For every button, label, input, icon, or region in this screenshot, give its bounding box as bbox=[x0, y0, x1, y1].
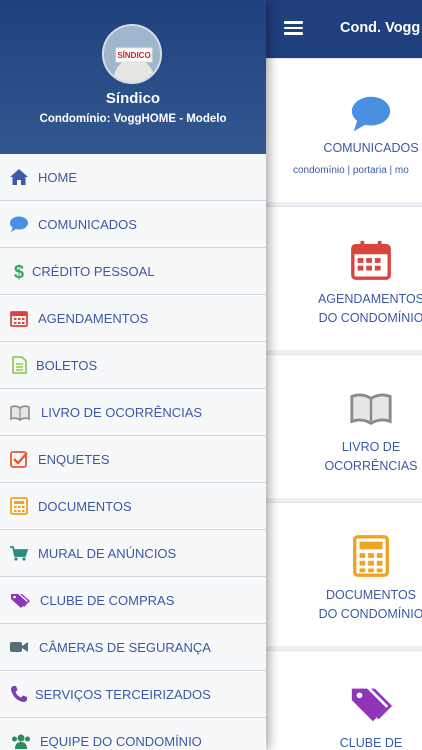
card-comunicados[interactable]: COMUNICADOS condomínio | portaria | mo bbox=[266, 58, 422, 202]
menu-item-enquetes[interactable]: ENQUETES bbox=[0, 436, 266, 483]
tags-icon bbox=[11, 594, 30, 608]
card-title: COMUNICADOS bbox=[323, 141, 419, 155]
users-icon bbox=[12, 734, 30, 749]
card-title-line2: DO CONDOMÍNIO bbox=[318, 607, 422, 621]
menu-item-label: CRÉDITO PESSOAL bbox=[32, 264, 155, 279]
menu-item-comunicados[interactable]: COMUNICADOS bbox=[0, 201, 266, 248]
menu-item-label: DOCUMENTOS bbox=[38, 499, 132, 514]
card-agendamentos[interactable]: AGENDAMENTOS DO CONDOMÍNIO bbox=[266, 206, 422, 350]
calendar-icon bbox=[351, 240, 391, 280]
book-icon bbox=[350, 393, 392, 426]
document-icon bbox=[12, 356, 27, 374]
menu-item-label: MURAL DE ANÚNCIOS bbox=[38, 546, 177, 561]
card-clube-compras[interactable]: CLUBE DE bbox=[266, 650, 422, 750]
card-title: CLUBE DE bbox=[339, 736, 403, 750]
main-content: Cond. Vogg COMUNICADOS condomínio | port… bbox=[266, 0, 422, 750]
menu-item-mural-anuncios[interactable]: MURAL DE ANÚNCIOS bbox=[0, 530, 266, 577]
avatar-shirt-text: SÍNDICO bbox=[117, 51, 150, 60]
menu-item-label: EQUIPE DO CONDOMÍNIO bbox=[40, 734, 202, 749]
menu-item-clube-compras[interactable]: CLUBE DE COMPRAS bbox=[0, 577, 266, 624]
menu-item-label: AGENDAMENTOS bbox=[38, 311, 149, 326]
calendar-icon bbox=[10, 311, 28, 327]
card-title: DOCUMENTOS bbox=[325, 588, 417, 602]
menu-item-label: HOME bbox=[38, 170, 77, 185]
svg-text:$: $ bbox=[14, 262, 24, 280]
menu-item-equipe-condominio[interactable]: EQUIPE DO CONDOMÍNIO bbox=[0, 718, 266, 750]
menu-item-cameras-seguranca[interactable]: CÂMERAS DE SEGURANÇA bbox=[0, 624, 266, 671]
chat-bubble-icon bbox=[351, 96, 391, 132]
avatar-photo: SÍNDICO bbox=[104, 26, 160, 82]
dollar-icon: $ bbox=[14, 262, 24, 280]
book-icon bbox=[10, 405, 30, 421]
home-icon bbox=[10, 169, 28, 185]
menu-item-label: SERVIÇOS TERCEIRIZADOS bbox=[35, 687, 211, 702]
menu-item-label: LIVRO DE OCORRÊNCIAS bbox=[41, 405, 203, 420]
app-title: Cond. Vogg bbox=[340, 20, 421, 36]
navigation-drawer: SÍNDICO Síndico Condomínio: VoggHOME - M… bbox=[0, 0, 266, 750]
top-app-bar: Cond. Vogg bbox=[266, 0, 422, 58]
drawer-menu: HOME COMUNICADOS $ CRÉDITO PESSOAL AGEND… bbox=[0, 154, 266, 750]
menu-item-home[interactable]: HOME bbox=[0, 154, 266, 201]
condominium-name: Condomínio: VoggHOME - Modelo bbox=[39, 113, 227, 125]
card-title-line2: OCORRÊNCIAS bbox=[324, 459, 418, 473]
card-title: AGENDAMENTOS bbox=[317, 292, 422, 306]
menu-item-servicos-terceirizados[interactable]: SERVIÇOS TERCEIRIZADOS bbox=[0, 671, 266, 718]
avatar[interactable]: SÍNDICO bbox=[102, 24, 162, 84]
hamburger-menu-icon[interactable] bbox=[284, 18, 304, 40]
menu-item-agendamentos[interactable]: AGENDAMENTOS bbox=[0, 295, 266, 342]
chat-bubble-icon bbox=[10, 216, 28, 232]
card-title: LIVRO DE bbox=[341, 440, 401, 454]
menu-item-livro-ocorrencias[interactable]: LIVRO DE OCORRÊNCIAS bbox=[0, 389, 266, 436]
cart-icon bbox=[10, 546, 29, 561]
card-documentos[interactable]: DOCUMENTOS DO CONDOMÍNIO bbox=[266, 502, 422, 646]
menu-item-documentos[interactable]: DOCUMENTOS bbox=[0, 483, 266, 530]
menu-item-label: CÂMERAS DE SEGURANÇA bbox=[39, 640, 211, 655]
card-title-line2: DO CONDOMÍNIO bbox=[318, 311, 422, 325]
checkbox-icon bbox=[10, 451, 28, 468]
app-screen: Cond. Vogg COMUNICADOS condomínio | port… bbox=[0, 0, 422, 750]
tags-icon bbox=[351, 688, 393, 722]
menu-item-credito-pessoal[interactable]: $ CRÉDITO PESSOAL bbox=[0, 248, 266, 295]
menu-item-label: BOLETOS bbox=[36, 358, 98, 373]
menu-item-label: ENQUETES bbox=[38, 452, 110, 467]
menu-item-label: COMUNICADOS bbox=[38, 217, 137, 232]
calculator-icon bbox=[10, 497, 28, 515]
menu-item-label: CLUBE DE COMPRAS bbox=[40, 593, 175, 608]
phone-icon bbox=[11, 686, 27, 702]
drawer-header: SÍNDICO Síndico Condomínio: VoggHOME - M… bbox=[0, 0, 266, 154]
menu-item-boletos[interactable]: BOLETOS bbox=[0, 342, 266, 389]
card-subtitle: condomínio | portaria | mo bbox=[293, 165, 409, 176]
calculator-icon bbox=[353, 535, 389, 577]
user-name: Síndico bbox=[105, 90, 161, 107]
video-camera-icon bbox=[10, 642, 28, 652]
card-livro-ocorrencias[interactable]: LIVRO DE OCORRÊNCIAS bbox=[266, 354, 422, 498]
